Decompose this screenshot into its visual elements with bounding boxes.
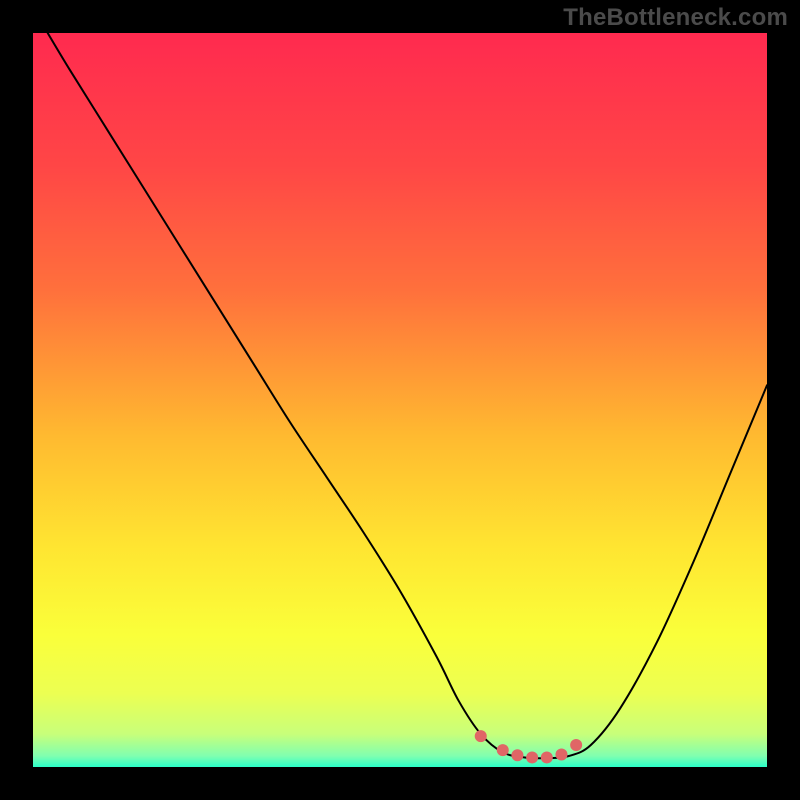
- optimal-marker: [526, 751, 538, 763]
- optimal-marker: [541, 751, 553, 763]
- chart-frame: TheBottleneck.com: [0, 0, 800, 800]
- optimal-marker: [475, 730, 487, 742]
- optimal-marker: [497, 744, 509, 756]
- optimal-marker: [570, 739, 582, 751]
- watermark-text: TheBottleneck.com: [563, 4, 788, 32]
- optimal-marker: [511, 749, 523, 761]
- gradient-background: [33, 33, 767, 767]
- bottleneck-chart: [0, 0, 800, 800]
- optimal-marker: [555, 749, 567, 761]
